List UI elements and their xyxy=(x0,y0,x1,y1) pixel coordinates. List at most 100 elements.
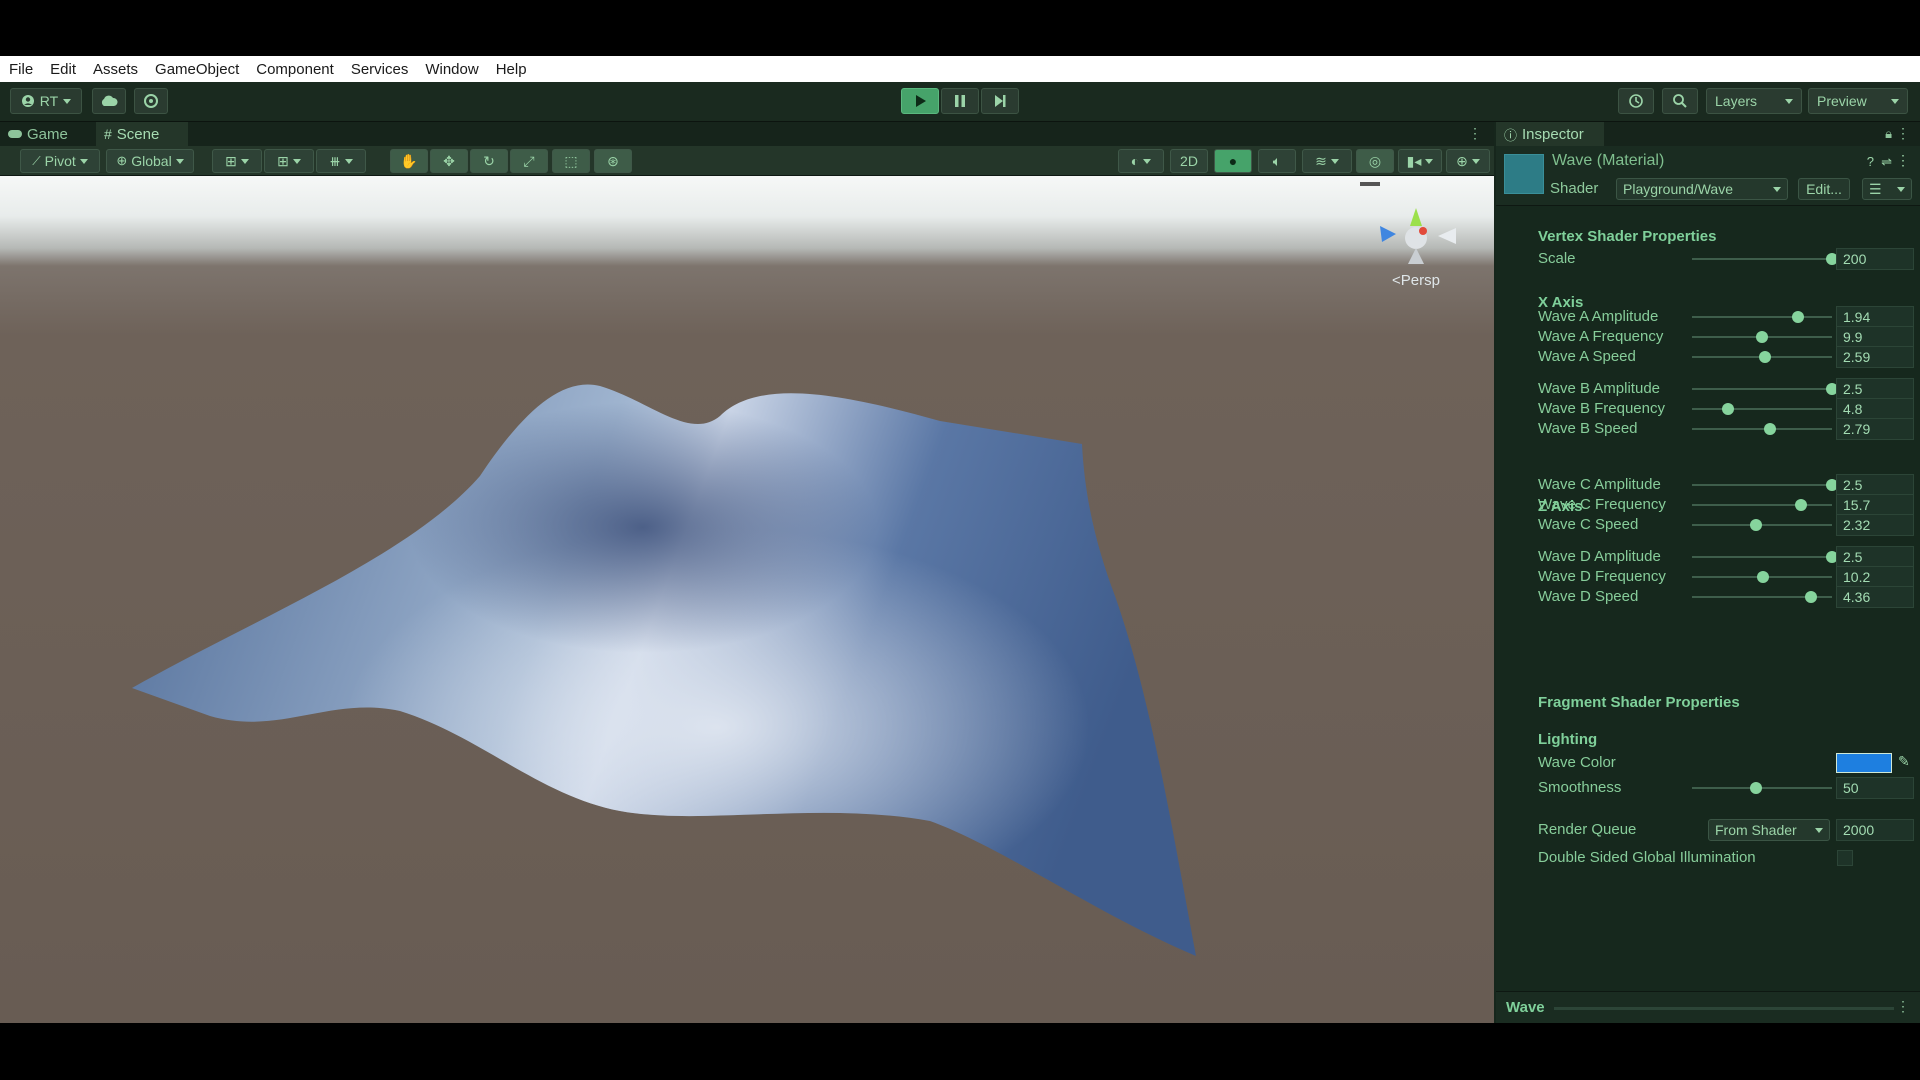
property-slider[interactable] xyxy=(1692,351,1832,363)
slider-thumb[interactable] xyxy=(1805,591,1817,603)
cloud-button[interactable] xyxy=(92,88,126,114)
menu-component[interactable]: Component xyxy=(256,61,334,78)
slider-thumb[interactable] xyxy=(1756,331,1768,343)
property-slider[interactable] xyxy=(1692,403,1832,415)
menu-assets[interactable]: Assets xyxy=(93,61,138,78)
history-button[interactable] xyxy=(1618,88,1654,114)
property-value[interactable]: 4.8 xyxy=(1836,398,1914,420)
wave-color-field[interactable] xyxy=(1836,753,1892,773)
property-value[interactable]: 2.79 xyxy=(1836,418,1914,440)
transform-tool-button[interactable]: ⊛ xyxy=(594,149,632,173)
tab-scene[interactable]: # Scene xyxy=(96,122,188,146)
move-tool-button[interactable]: ✥ xyxy=(430,149,468,173)
property-slider[interactable] xyxy=(1692,591,1832,603)
help-icon[interactable]: ? xyxy=(1867,154,1874,169)
menu-file[interactable]: File xyxy=(9,61,33,78)
lighting-toggle[interactable]: ● xyxy=(1214,149,1252,173)
property-slider[interactable] xyxy=(1692,519,1832,531)
property-slider[interactable] xyxy=(1692,311,1832,323)
visibility-toggle[interactable]: ◎ xyxy=(1356,149,1394,173)
menu-gameobject[interactable]: GameObject xyxy=(155,61,239,78)
preset-icon[interactable]: ⇌ xyxy=(1881,154,1892,170)
layers-dropdown[interactable]: Layers xyxy=(1706,88,1802,114)
pivot-dropdown[interactable]: ⟋ Pivot xyxy=(20,149,100,173)
slider-thumb[interactable] xyxy=(1750,782,1763,794)
snap-grid-dropdown[interactable]: ⊞ xyxy=(212,149,262,173)
global-dropdown[interactable]: ⊕ Global xyxy=(106,149,194,173)
menu-help[interactable]: Help xyxy=(496,61,527,78)
property-slider[interactable] xyxy=(1692,571,1832,583)
drag-handle-icon[interactable] xyxy=(1360,182,1380,186)
step-button[interactable] xyxy=(981,88,1019,114)
more-options-icon[interactable]: ⋮ xyxy=(1896,152,1910,169)
more-options-icon[interactable]: ⋮ xyxy=(1896,998,1910,1015)
property-slider[interactable] xyxy=(1692,551,1838,563)
rotate-tool-button[interactable]: ↻ xyxy=(470,149,508,173)
property-slider[interactable] xyxy=(1692,479,1838,491)
property-slider[interactable] xyxy=(1692,423,1832,435)
property-value[interactable]: 1.94 xyxy=(1836,306,1914,328)
menu-window[interactable]: Window xyxy=(425,61,478,78)
mode-2d-toggle[interactable]: 2D xyxy=(1170,149,1208,173)
property-slider[interactable] xyxy=(1692,383,1838,395)
gizmos-dropdown[interactable]: ⊕ xyxy=(1446,149,1490,173)
property-value[interactable]: 9.9 xyxy=(1836,326,1914,348)
tab-inspector[interactable]: ⓘ Inspector xyxy=(1496,122,1604,146)
preview-dropdown[interactable]: Preview xyxy=(1808,88,1908,114)
rect-tool-button[interactable]: ⬚ xyxy=(552,149,590,173)
smoothness-value[interactable]: 50 xyxy=(1836,777,1914,799)
render-queue-value[interactable]: 2000 xyxy=(1836,819,1914,841)
pause-button[interactable] xyxy=(941,88,979,114)
audio-toggle[interactable]: 🔈︎ xyxy=(1258,149,1296,173)
slider-thumb[interactable] xyxy=(1764,423,1777,435)
slider-thumb[interactable] xyxy=(1792,311,1805,323)
shader-dropdown[interactable]: Playground/Wave xyxy=(1616,178,1788,200)
slider-thumb[interactable] xyxy=(1757,571,1770,583)
more-options-icon[interactable]: ⋮ xyxy=(1468,125,1482,142)
lock-icon[interactable]: 🔒︎ xyxy=(1885,126,1892,142)
smoothness-slider[interactable] xyxy=(1692,782,1832,794)
rotate-icon: ↻ xyxy=(483,152,495,169)
scale-tool-button[interactable]: ⤢ xyxy=(510,149,548,173)
property-value[interactable]: 10.2 xyxy=(1836,566,1914,588)
property-value[interactable]: 200 xyxy=(1836,248,1914,270)
increment-snap-dropdown[interactable]: ⧻ xyxy=(316,149,366,173)
resize-handle[interactable] xyxy=(1554,1007,1894,1010)
collab-button[interactable] xyxy=(134,88,168,114)
double-sided-gi-checkbox[interactable] xyxy=(1837,850,1853,866)
hand-tool-button[interactable]: ✋ xyxy=(390,149,428,173)
play-button[interactable] xyxy=(901,88,939,114)
render-queue-dropdown[interactable]: From Shader xyxy=(1708,819,1830,841)
menu-services[interactable]: Services xyxy=(351,61,409,78)
property-value[interactable]: 2.32 xyxy=(1836,514,1914,536)
perspective-label[interactable]: <Persp xyxy=(1392,272,1440,289)
tab-game[interactable]: Game xyxy=(0,122,76,146)
orientation-gizmo[interactable] xyxy=(1376,198,1456,268)
scene-viewport[interactable]: <Persp xyxy=(0,176,1494,1023)
edit-shader-button[interactable]: Edit... xyxy=(1798,178,1850,200)
property-slider[interactable] xyxy=(1692,499,1832,511)
property-value[interactable]: 4.36 xyxy=(1836,586,1914,608)
property-value[interactable]: 15.7 xyxy=(1836,494,1914,516)
property-slider[interactable] xyxy=(1692,331,1832,343)
slider-thumb[interactable] xyxy=(1795,499,1808,511)
slider-thumb[interactable] xyxy=(1758,351,1771,363)
property-label: Wave A Amplitude xyxy=(1538,308,1659,325)
slider-thumb[interactable] xyxy=(1750,519,1763,531)
property-slider[interactable] xyxy=(1692,253,1838,265)
property-value[interactable]: 2.5 xyxy=(1836,474,1914,496)
property-value[interactable]: 2.5 xyxy=(1836,378,1914,400)
effects-dropdown[interactable]: ≋ xyxy=(1302,149,1352,173)
slider-thumb[interactable] xyxy=(1722,403,1735,415)
property-value[interactable]: 2.5 xyxy=(1836,546,1914,568)
account-dropdown[interactable]: RT xyxy=(10,88,82,114)
grid-dropdown[interactable]: ⊞ xyxy=(264,149,314,173)
shader-options-dropdown[interactable]: ☰ xyxy=(1862,178,1912,200)
more-options-icon[interactable]: ⋮ xyxy=(1896,125,1910,142)
shading-mode-dropdown[interactable]: ◐ xyxy=(1118,149,1164,173)
property-value[interactable]: 2.59 xyxy=(1836,346,1914,368)
search-button[interactable] xyxy=(1662,88,1698,114)
eyedropper-icon[interactable]: ✎ xyxy=(1898,753,1910,770)
camera-dropdown[interactable]: ▮◂ xyxy=(1398,149,1442,173)
menu-edit[interactable]: Edit xyxy=(50,61,76,78)
